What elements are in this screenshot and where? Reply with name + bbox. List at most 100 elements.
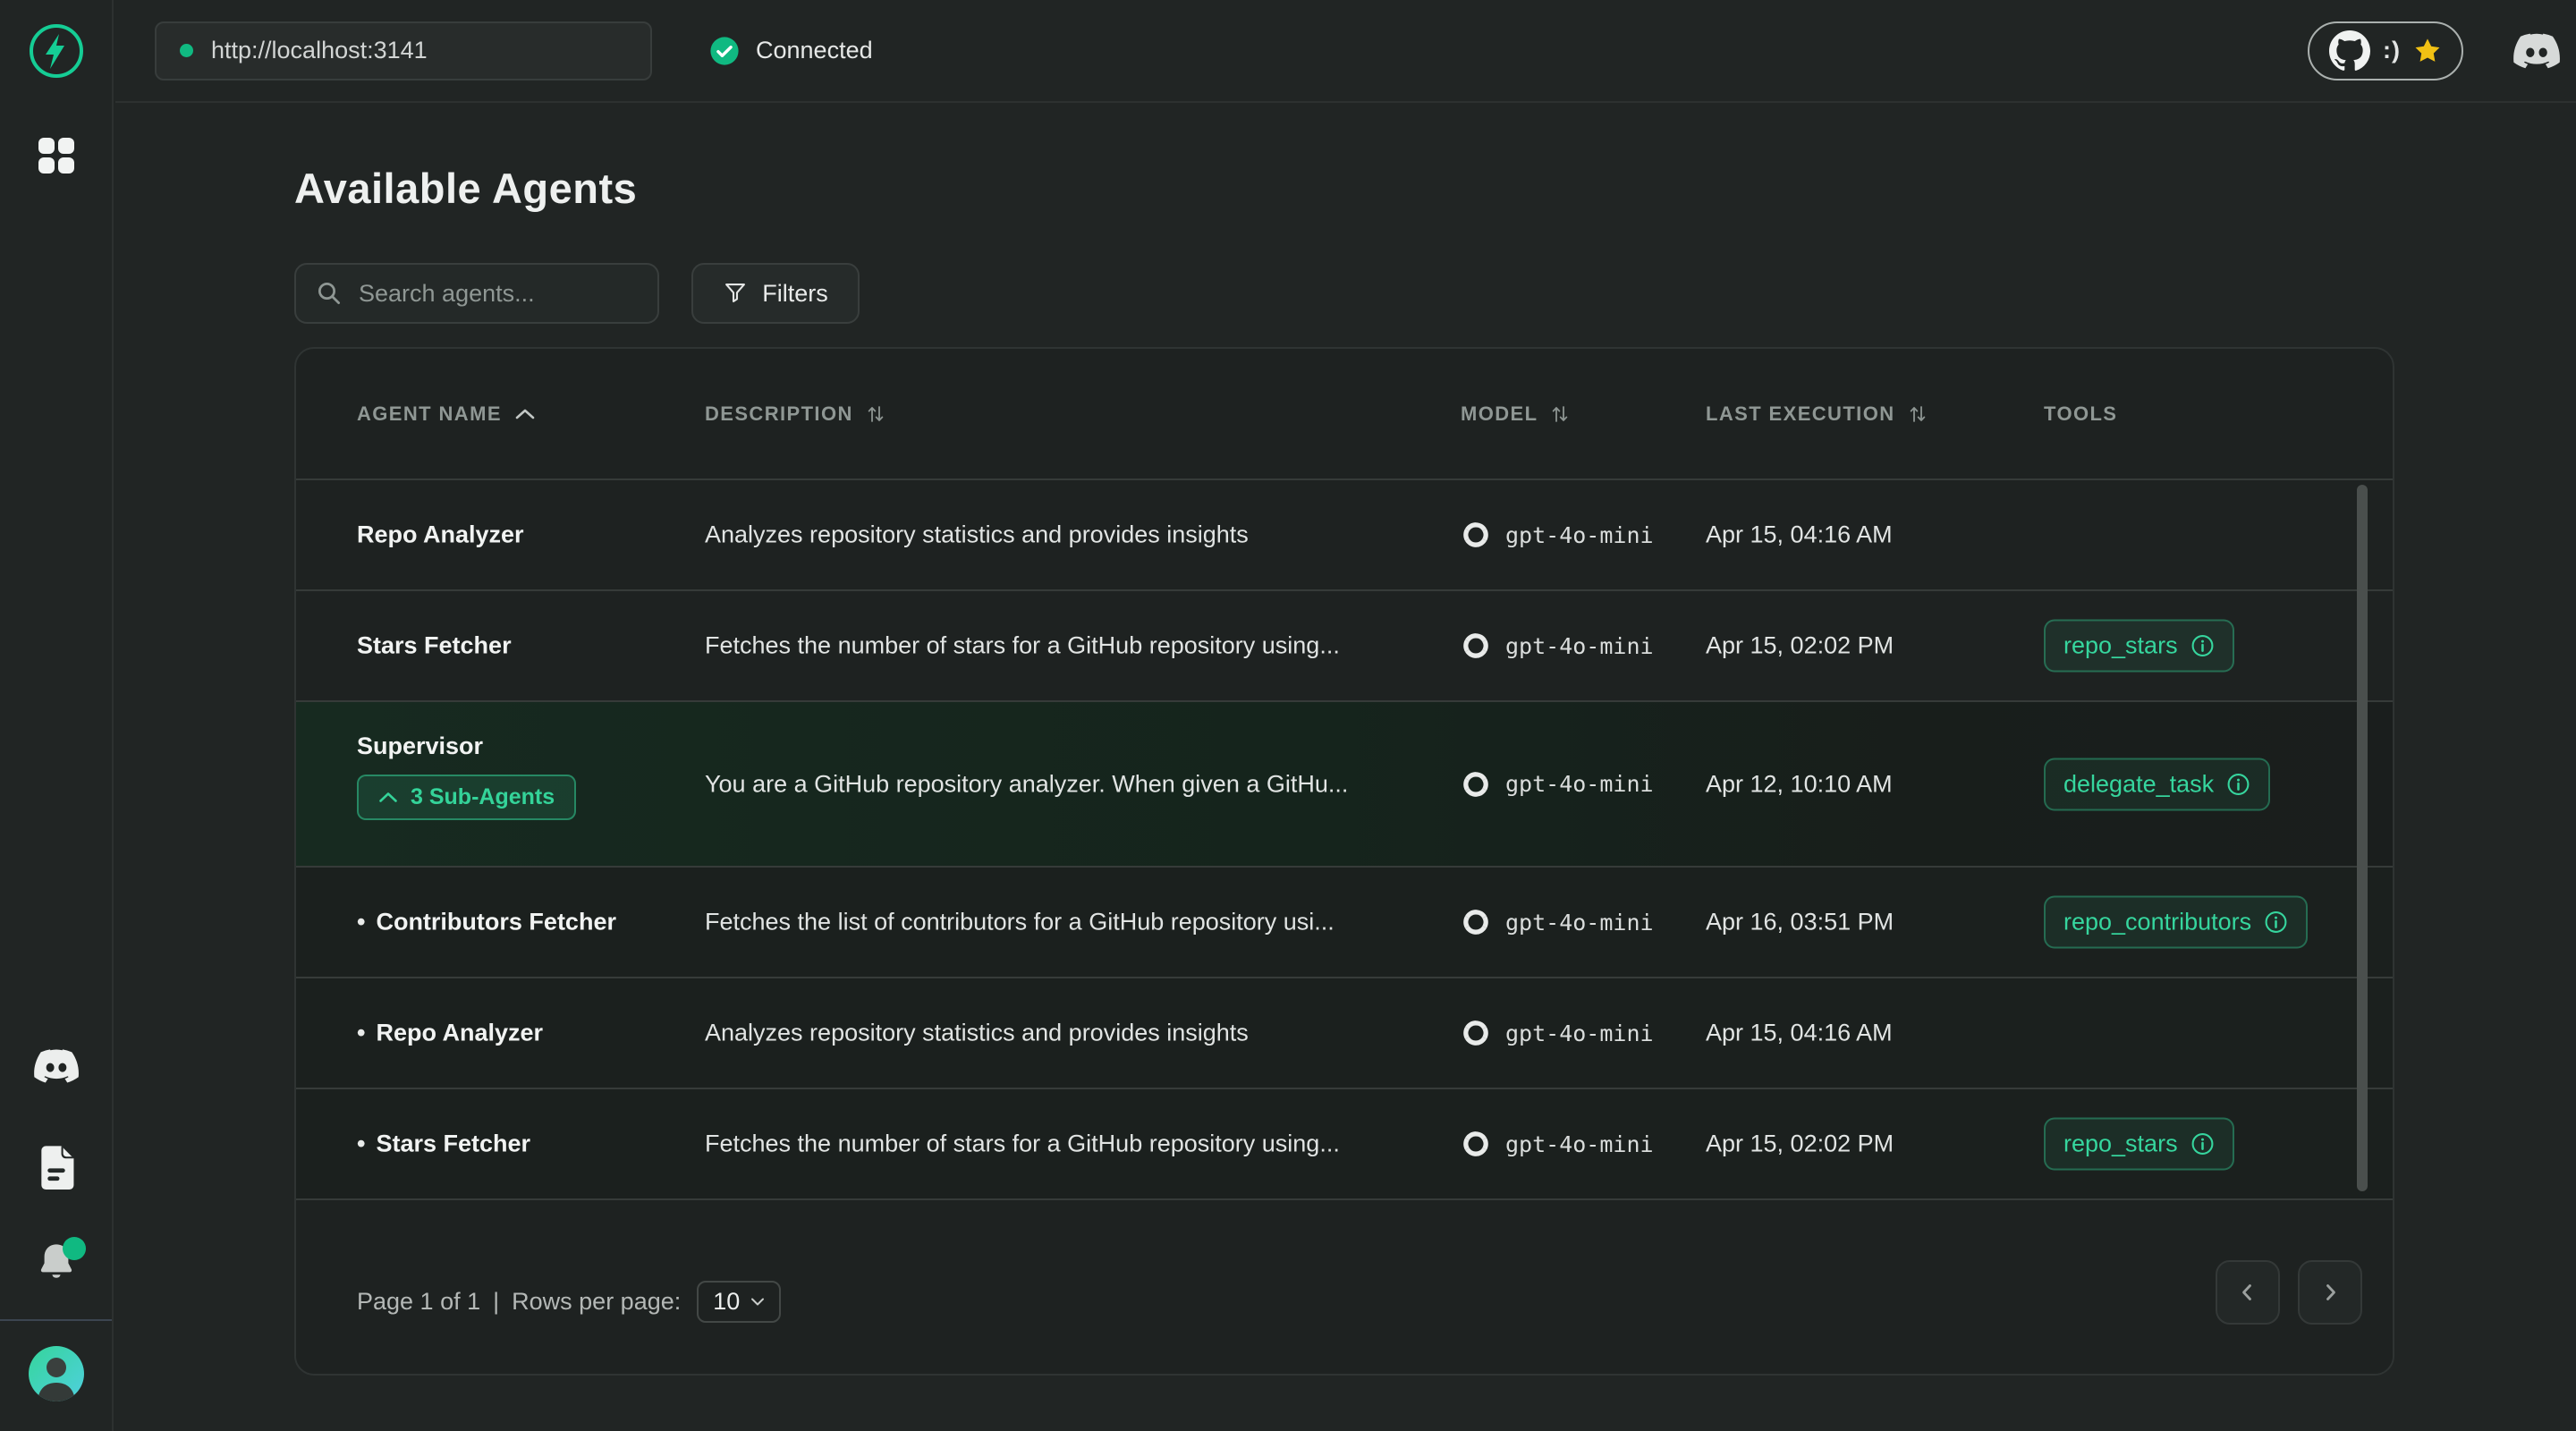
table-row-subagent[interactable]: • Contributors Fetcher Fetches the list o…	[296, 866, 2393, 977]
filter-funnel-icon	[723, 281, 748, 306]
filters-label: Filters	[762, 280, 828, 308]
tool-badge[interactable]: repo_stars	[2044, 1118, 2234, 1171]
pagination-bar: Page 1 of 1 | Rows per page: 10	[296, 1195, 2393, 1374]
model-name: gpt-4o-mini	[1505, 1020, 1654, 1046]
next-page-button[interactable]	[2298, 1260, 2362, 1325]
model-name: gpt-4o-mini	[1505, 1131, 1654, 1157]
tool-name: delegate_task	[2063, 770, 2214, 798]
discord-icon	[34, 1049, 79, 1083]
server-url: http://localhost:3141	[211, 37, 428, 64]
openai-icon	[1461, 769, 1491, 800]
filters-button[interactable]: Filters	[691, 263, 860, 324]
column-header-last-execution[interactable]: LAST EXECUTION	[1706, 402, 1928, 426]
chevron-right-icon	[2319, 1282, 2341, 1303]
table-row-subagent[interactable]: •Repo Analyzer Analyzes repository stati…	[296, 977, 2393, 1088]
table-row-subagent[interactable]: • Stars Fetcher Fetches the number of sta…	[296, 1088, 2393, 1198]
rows-per-page-select[interactable]: 10	[697, 1281, 781, 1323]
connection-status: Connected	[709, 36, 873, 66]
info-icon[interactable]	[2190, 634, 2215, 658]
agent-description: You are a GitHub repository analyzer. Wh…	[705, 770, 1348, 798]
subagents-toggle[interactable]: 3 Sub-Agents	[357, 775, 576, 820]
agent-name: Repo Analyzer	[376, 1020, 543, 1046]
agent-description: Fetches the list of contributors for a G…	[705, 909, 1335, 936]
openai-icon	[1461, 907, 1491, 937]
discord-link-icon[interactable]	[2513, 33, 2560, 69]
table-row[interactable]: Stars Fetcher Fetches the number of star…	[296, 589, 2393, 700]
info-icon[interactable]	[2226, 772, 2250, 796]
sidebar-item-docs[interactable]	[37, 1145, 76, 1190]
chevron-down-icon	[750, 1297, 765, 1307]
last-execution: Apr 12, 10:10 AM	[1706, 770, 1893, 798]
chevron-up-icon	[378, 792, 398, 803]
column-header-tools: TOOLS	[2044, 402, 2117, 426]
chevron-left-icon	[2237, 1282, 2258, 1303]
column-header-model[interactable]: MODEL	[1461, 402, 1570, 426]
prev-page-button[interactable]	[2216, 1260, 2280, 1325]
table-scrollbar-thumb[interactable]	[2357, 485, 2368, 1191]
agent-description: Fetches the number of stars for a GitHub…	[705, 1130, 1340, 1158]
column-label: LAST EXECUTION	[1706, 402, 1895, 426]
column-label: MODEL	[1461, 402, 1538, 426]
column-label: AGENT NAME	[357, 402, 502, 426]
check-circle-icon	[709, 36, 740, 66]
document-icon	[37, 1145, 76, 1190]
subagent-bullet: •	[357, 1130, 365, 1157]
openai-icon	[1461, 520, 1491, 550]
tool-badge[interactable]: repo_contributors	[2044, 896, 2308, 949]
last-execution: Apr 15, 04:16 AM	[1706, 521, 1893, 549]
sort-both-icon	[1908, 404, 1928, 424]
search-agents-box	[294, 263, 659, 324]
sidebar-item-dashboard[interactable]	[37, 136, 76, 175]
subagent-bullet: •	[357, 1020, 365, 1046]
sort-asc-icon	[514, 408, 536, 420]
agent-name: Repo Analyzer	[357, 521, 524, 548]
model-name: gpt-4o-mini	[1505, 522, 1654, 548]
last-execution: Apr 16, 03:51 PM	[1706, 909, 1894, 936]
tool-name: repo_contributors	[2063, 909, 2251, 936]
openai-icon	[1461, 631, 1491, 661]
sort-both-icon	[866, 404, 886, 424]
github-star-button[interactable]: :)	[2308, 21, 2463, 80]
status-dot	[180, 44, 193, 57]
subagent-bullet: •	[357, 909, 365, 936]
table-row[interactable]: Repo Analyzer Analyzes repository statis…	[296, 478, 2393, 589]
topbar: http://localhost:3141 Connected :)	[115, 0, 2576, 103]
info-icon[interactable]	[2264, 910, 2288, 935]
rows-per-page-label: Rows per page:	[512, 1288, 681, 1316]
app-logo[interactable]	[28, 22, 85, 80]
lightning-bolt-icon	[28, 22, 85, 80]
table-row-supervisor[interactable]: Supervisor 3 Sub-Agents You are a GitHub…	[296, 700, 2393, 866]
sidebar-item-discord[interactable]	[34, 1049, 79, 1083]
last-execution: Apr 15, 02:02 PM	[1706, 1130, 1894, 1158]
agent-name: Stars Fetcher	[357, 632, 512, 659]
tool-badge[interactable]: delegate_task	[2044, 758, 2270, 810]
page-title: Available Agents	[294, 164, 637, 213]
info-icon[interactable]	[2190, 1132, 2215, 1156]
agent-name: Supervisor	[357, 732, 483, 760]
tool-badge[interactable]: repo_stars	[2044, 620, 2234, 673]
agent-name: Contributors Fetcher	[376, 909, 616, 936]
last-execution: Apr 15, 02:02 PM	[1706, 632, 1894, 660]
github-icon	[2329, 30, 2370, 72]
server-url-input[interactable]: http://localhost:3141	[155, 21, 652, 80]
column-header-description[interactable]: DESCRIPTION	[705, 402, 886, 426]
column-label: TOOLS	[2044, 402, 2117, 426]
tool-name: repo_stars	[2063, 632, 2178, 660]
column-label: DESCRIPTION	[705, 402, 853, 426]
model-name: gpt-4o-mini	[1505, 633, 1654, 659]
subagents-count-label: 3 Sub-Agents	[411, 784, 555, 810]
github-emote: :)	[2383, 37, 2401, 64]
sidebar	[0, 0, 114, 1431]
pagination-divider: |	[493, 1288, 499, 1316]
sidebar-item-notifications[interactable]	[34, 1240, 79, 1283]
agent-name: Stars Fetcher	[376, 1130, 530, 1157]
openai-icon	[1461, 1018, 1491, 1048]
search-input[interactable]	[359, 280, 638, 308]
tool-name: repo_stars	[2063, 1130, 2178, 1158]
agents-table: AGENT NAME DESCRIPTION MODEL LAST EXECUT…	[294, 347, 2394, 1376]
agent-description: Fetches the number of stars for a GitHub…	[705, 632, 1340, 660]
agent-description: Analyzes repository statistics and provi…	[705, 521, 1249, 549]
user-avatar[interactable]	[29, 1346, 84, 1401]
main-content: Available Agents Filters AGENT NAME	[115, 105, 2576, 1431]
column-header-agent-name[interactable]: AGENT NAME	[357, 402, 536, 426]
